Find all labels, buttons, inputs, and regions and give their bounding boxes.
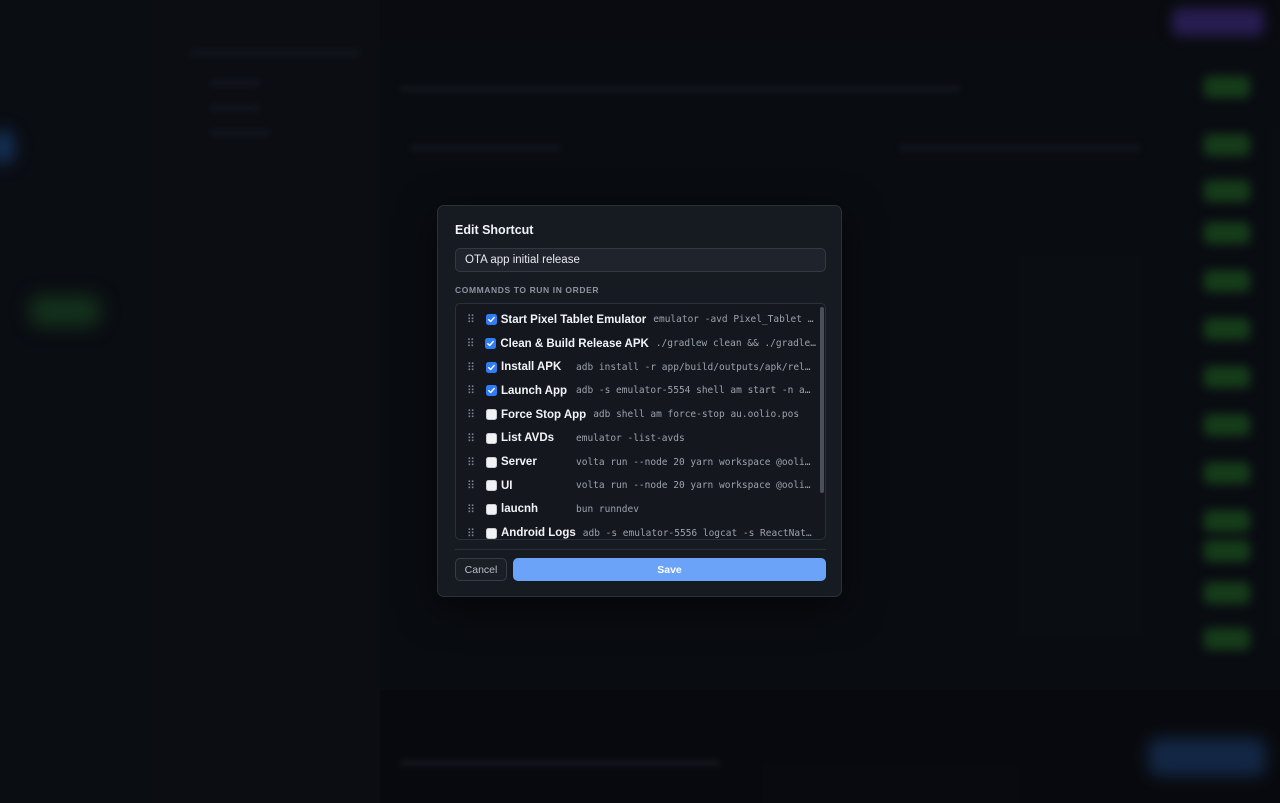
- command-text: adb -s emulator-5556 logcat -s ReactNati…: [582, 527, 815, 539]
- command-list-scrollbar[interactable]: [820, 307, 824, 493]
- command-name: Start Pixel Tablet Emulator: [500, 313, 647, 326]
- command-list[interactable]: ⠿ Start Pixel Tablet Emulator emulator -…: [455, 303, 826, 540]
- command-text: adb -s emulator-5554 shell am start -n a…: [576, 385, 813, 397]
- command-name: Clean & Build Release APK: [500, 337, 649, 350]
- drag-handle-icon[interactable]: ⠿: [456, 338, 485, 349]
- drag-handle-icon[interactable]: ⠿: [456, 314, 486, 325]
- edit-shortcut-dialog: Edit Shortcut COMMANDS TO RUN IN ORDER ⠿…: [437, 205, 842, 597]
- command-text: emulator -avd Pixel_Tablet -no-snapshot-…: [653, 314, 818, 326]
- command-checkbox[interactable]: [486, 385, 497, 397]
- command-text: volta run --node 20 yarn workspace @ooli…: [576, 480, 813, 492]
- command-row[interactable]: ⠿ Force Stop App adb shell am force-stop…: [456, 403, 818, 427]
- command-name: Android Logs: [501, 527, 576, 540]
- command-checkbox[interactable]: [485, 314, 497, 326]
- drag-handle-icon[interactable]: ⠿: [456, 528, 486, 539]
- command-name: Server: [501, 456, 537, 469]
- command-name: Force Stop App: [501, 408, 587, 421]
- command-row[interactable]: ⠿ UI volta run --node 20 yarn workspace …: [456, 474, 818, 498]
- command-row[interactable]: ⠿ Start Pixel Tablet Emulator emulator -…: [456, 308, 818, 332]
- command-text: volta run --node 20 yarn workspace @ooli…: [576, 456, 813, 468]
- command-row[interactable]: ⠿ Install APK adb install -r app/build/o…: [456, 355, 818, 379]
- command-checkbox[interactable]: [486, 432, 497, 444]
- dialog-title: Edit Shortcut: [455, 223, 534, 237]
- command-name: laucnh: [501, 503, 539, 516]
- command-checkbox[interactable]: [486, 361, 497, 373]
- commands-section-label: COMMANDS TO RUN IN ORDER: [455, 285, 600, 295]
- cancel-button[interactable]: Cancel: [455, 558, 507, 581]
- drag-handle-icon[interactable]: ⠿: [456, 504, 486, 515]
- shortcut-name-input[interactable]: [455, 248, 826, 272]
- command-checkbox[interactable]: [486, 456, 497, 468]
- drag-handle-icon[interactable]: ⠿: [456, 480, 486, 491]
- command-checkbox[interactable]: [486, 409, 497, 421]
- drag-handle-icon[interactable]: ⠿: [456, 433, 486, 444]
- command-checkbox[interactable]: [486, 503, 497, 515]
- command-name: Install APK: [501, 361, 562, 374]
- drag-handle-icon[interactable]: ⠿: [456, 409, 486, 420]
- command-row[interactable]: ⠿ Android Logs adb -s emulator-5556 logc…: [456, 521, 818, 540]
- command-row[interactable]: ⠿ Server volta run --node 20 yarn worksp…: [456, 450, 818, 474]
- command-text: bun runndev: [576, 503, 639, 515]
- command-row[interactable]: ⠿ laucnh bun runndev: [456, 498, 818, 522]
- drag-handle-icon[interactable]: ⠿: [456, 457, 486, 468]
- command-name: List AVDs: [501, 432, 555, 445]
- command-checkbox[interactable]: [486, 480, 497, 492]
- drag-handle-icon[interactable]: ⠿: [456, 362, 486, 373]
- command-row[interactable]: ⠿ Launch App adb -s emulator-5554 shell …: [456, 379, 818, 403]
- command-text: adb install -r app/build/outputs/apk/rel…: [576, 361, 813, 373]
- footer-divider: [455, 549, 826, 550]
- drag-handle-icon[interactable]: ⠿: [456, 385, 486, 396]
- command-text: ./gradlew clean && ./gradlew assembleRel…: [655, 338, 818, 350]
- command-name: Launch App: [501, 384, 568, 397]
- command-checkbox[interactable]: [485, 338, 497, 350]
- save-button[interactable]: Save: [513, 558, 826, 581]
- command-row[interactable]: ⠿ List AVDs emulator -list-avds: [456, 427, 818, 451]
- command-checkbox[interactable]: [486, 527, 497, 539]
- command-text: adb shell am force-stop au.oolio.pos: [593, 409, 800, 421]
- command-name: UI: [501, 479, 513, 492]
- command-row[interactable]: ⠿ Clean & Build Release APK ./gradlew cl…: [456, 332, 818, 356]
- command-text: emulator -list-avds: [576, 432, 685, 444]
